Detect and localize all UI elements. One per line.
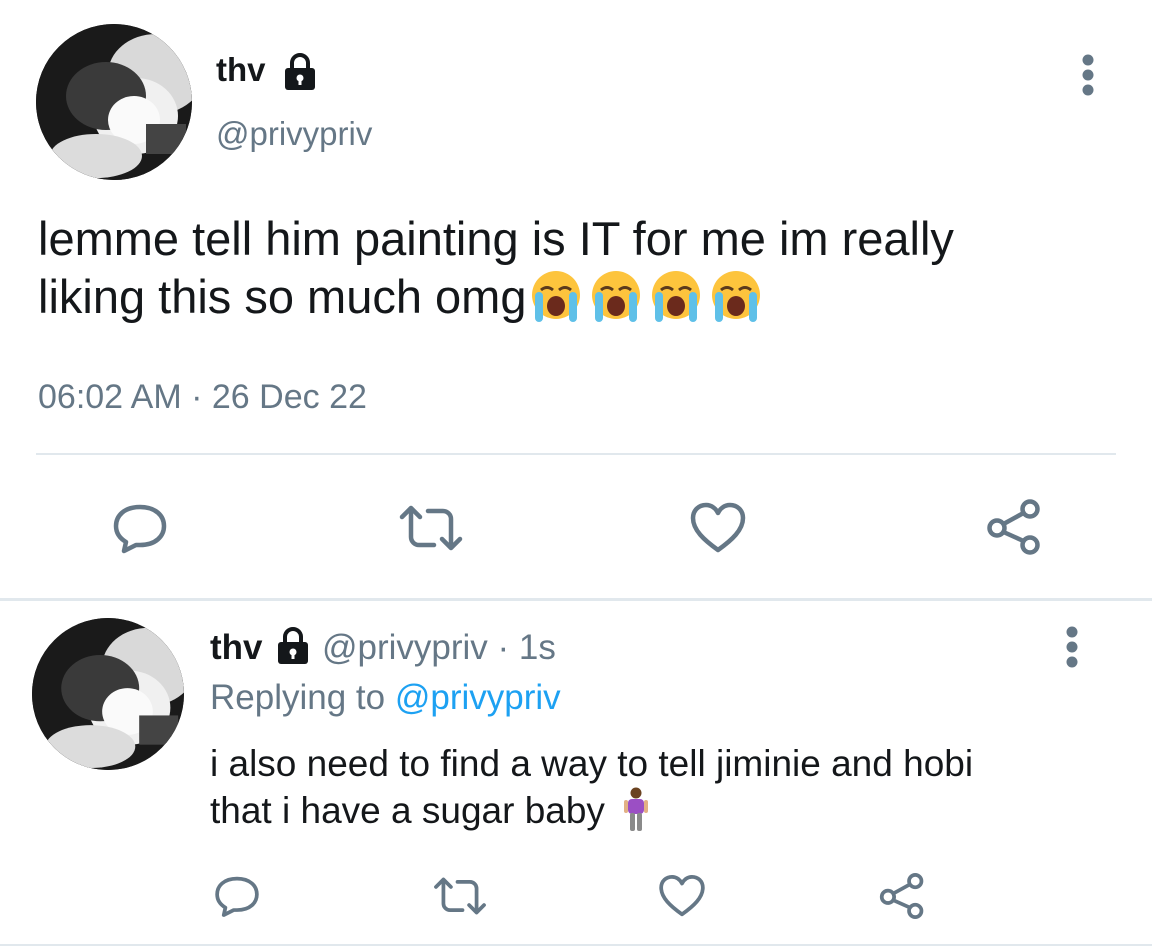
loudly-crying-face-icon [712,271,761,323]
loudly-crying-face-icon [652,271,701,323]
reply-text-line-2: that i have a sugar baby [210,790,605,831]
reply-header: thv @privypriv · 1s [210,626,556,670]
loudly-crying-face-icon [532,271,581,323]
like-button[interactable] [686,498,750,558]
tweet-text-line-2: liking this so much omg [38,270,527,323]
replying-to: Replying to @privypriv [210,676,561,720]
main-tweet-divider [36,453,1116,455]
share-icon [987,499,1040,555]
reply-age[interactable]: 1s [519,628,556,667]
reply-retweet-button[interactable] [428,870,492,922]
reply-display-name[interactable]: thv [210,628,263,667]
replying-to-handle-link[interactable]: @privypriv [395,678,561,717]
lock-icon [278,626,309,664]
reply-button[interactable] [108,498,172,558]
reply-more-options-icon[interactable] [1054,624,1090,670]
reply-share-button[interactable] [874,868,930,924]
avatar-photo [36,24,192,180]
tweet-text-line-1: lemme tell him painting is IT for me im … [38,212,954,265]
share-icon [879,873,924,919]
main-display-name[interactable]: thv [216,50,319,92]
person-standing-icon [624,787,649,832]
timestamp-separator: · [191,378,203,416]
reply-handle[interactable]: @privypriv [322,628,488,667]
reply-separator: · [497,628,510,667]
loudly-crying-face-icon [592,271,641,323]
tweet-time: 06:02 AM [38,378,182,416]
reply-icon [113,504,167,554]
share-button[interactable] [982,496,1046,558]
reply-text-line-1: i also need to find a way to tell jimini… [210,743,974,784]
main-avatar[interactable] [36,24,192,180]
tweet-timestamp[interactable]: 06:02 AM · 26 Dec 22 [38,376,367,418]
retweet-icon [399,505,463,551]
reply-icon [215,876,259,917]
avatar-photo [32,618,184,770]
replying-to-label: Replying to [210,678,386,717]
lock-icon [284,53,315,91]
display-name-text: thv [216,51,266,88]
retweet-icon [434,877,486,915]
retweet-button[interactable] [394,498,468,558]
reply-like-button[interactable] [654,870,710,922]
heart-icon [659,874,705,917]
crying-emoji-group [526,265,766,327]
tweet-date: 26 Dec 22 [211,378,367,416]
heart-icon [690,502,746,553]
reply-avatar[interactable] [32,618,184,770]
bottom-divider [0,944,1152,946]
more-options-icon[interactable] [1070,52,1106,98]
main-handle[interactable]: @privypriv [216,113,372,155]
reply-tweet-text: i also need to find a way to tell jimini… [210,740,973,834]
main-tweet-text: lemme tell him painting is IT for me im … [38,210,1138,326]
thread-divider [0,598,1152,601]
reply-reply-button[interactable] [210,870,264,922]
